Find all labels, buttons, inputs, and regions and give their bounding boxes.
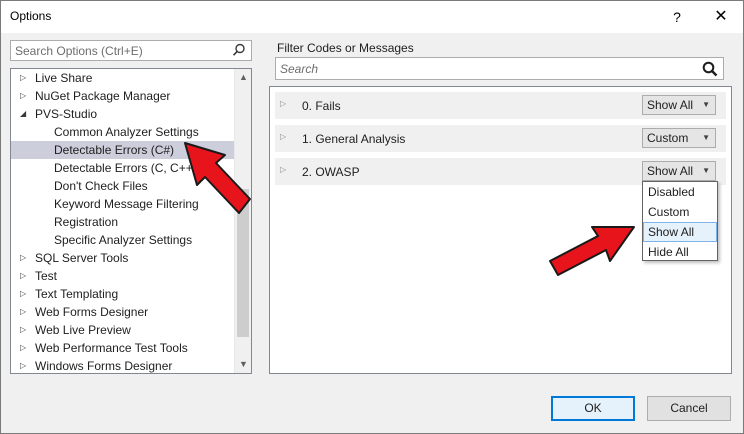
tree-item-label: SQL Server Tools — [35, 251, 129, 265]
tree-item-label: Web Performance Test Tools — [35, 341, 188, 355]
code-group-row: ▷ 1. General Analysis Custom ▼ — [275, 125, 726, 152]
chevron-down-icon[interactable]: ▼ — [702, 129, 710, 147]
tree-item-label: Web Forms Designer — [35, 305, 149, 319]
tree-item[interactable]: ▷ Web Live Preview — [11, 321, 234, 339]
tree-item[interactable]: ▷ Live Share — [11, 69, 234, 87]
options-search-input[interactable] — [11, 41, 226, 60]
tree-item[interactable]: ▷ SQL Server Tools — [11, 249, 234, 267]
search-icon[interactable] — [232, 43, 246, 57]
title-bar: Options ? ✕ — [1, 1, 743, 33]
collapsed-triangle-icon[interactable]: ▷ — [20, 285, 30, 303]
code-group-row: ▷ 0. Fails Show All ▼ — [275, 92, 726, 119]
owasp-dropdown-list: Disabled Custom Show All Hide All — [642, 181, 718, 261]
collapsed-triangle-icon[interactable]: ▷ — [280, 132, 286, 141]
tree-item[interactable]: Common Analyzer Settings — [11, 123, 234, 141]
ok-button[interactable]: OK — [551, 396, 635, 421]
filter-search-box — [275, 57, 724, 80]
tree-item[interactable]: ◢ PVS-Studio — [11, 105, 234, 123]
expanded-triangle-icon[interactable]: ◢ — [20, 105, 30, 123]
tree-item[interactable]: Specific Analyzer Settings — [11, 231, 234, 249]
filter-mode-combo[interactable]: Custom ▼ — [642, 128, 716, 148]
filter-search-input[interactable] — [276, 58, 686, 79]
tree-scrollbar[interactable]: ▲ ▼ — [234, 69, 251, 373]
collapsed-triangle-icon[interactable]: ▷ — [280, 165, 286, 174]
collapsed-triangle-icon[interactable]: ▷ — [280, 99, 286, 108]
collapsed-triangle-icon[interactable]: ▷ — [20, 87, 30, 105]
tree-item-label: Web Live Preview — [35, 323, 131, 337]
tree-item[interactable]: ▷ Web Forms Designer — [11, 303, 234, 321]
options-search-box — [10, 40, 252, 61]
cancel-button[interactable]: Cancel — [647, 396, 731, 421]
code-group-label: 2. OWASP — [302, 165, 360, 179]
red-arrow-icon — [549, 226, 635, 276]
chevron-down-icon[interactable]: ▼ — [702, 96, 710, 114]
tree-item-label: NuGet Package Manager — [35, 89, 171, 103]
tree-item-label: Text Templating — [35, 287, 119, 301]
tree-item-label: Detectable Errors (C#) — [54, 143, 175, 157]
code-group-label: 0. Fails — [302, 99, 341, 113]
dropdown-option[interactable]: Hide All — [643, 242, 717, 262]
red-arrow-icon — [184, 142, 251, 214]
options-dialog: Options ? ✕ ▷ Live Share ▷ NuGet Package Ma… — [0, 0, 744, 434]
chevron-down-icon[interactable]: ▼ — [702, 162, 710, 180]
filter-mode-combo[interactable]: Show All ▼ — [642, 161, 716, 181]
window-title: Options — [10, 9, 52, 23]
tree-item-label: Specific Analyzer Settings — [54, 233, 193, 247]
tree-list: ▷ Live Share ▷ NuGet Package Manager ◢ PVS-St… — [11, 69, 234, 373]
filter-group-label: Filter Codes or Messages — [277, 41, 414, 55]
dropdown-option[interactable]: Show All — [643, 222, 717, 242]
search-icon[interactable] — [702, 61, 718, 77]
tree-item-label: Detectable Errors (C, C++) — [54, 161, 197, 175]
combo-value: Show All — [647, 98, 694, 112]
tree-item-label: Registration — [54, 215, 119, 229]
dropdown-option[interactable]: Custom — [643, 202, 717, 222]
close-button[interactable]: ✕ — [701, 3, 741, 31]
collapsed-triangle-icon[interactable]: ▷ — [20, 321, 30, 339]
tree-item[interactable]: ▷ Windows Forms Designer — [11, 357, 234, 373]
collapsed-triangle-icon[interactable]: ▷ — [20, 267, 30, 285]
tree-item-label: Don't Check Files — [54, 179, 148, 193]
tree-item-label: Live Share — [35, 71, 93, 85]
code-group-label: 1. General Analysis — [302, 132, 406, 146]
scroll-up-icon[interactable]: ▲ — [235, 69, 251, 86]
tree-item-label: PVS-Studio — [35, 107, 98, 121]
collapsed-triangle-icon[interactable]: ▷ — [20, 249, 30, 267]
collapsed-triangle-icon[interactable]: ▷ — [20, 357, 30, 373]
tree-item-label: Common Analyzer Settings — [54, 125, 199, 139]
options-tree: ▷ Live Share ▷ NuGet Package Manager ◢ PVS-St… — [10, 68, 252, 374]
scroll-down-icon[interactable]: ▼ — [235, 356, 251, 373]
tree-item[interactable]: ▷ Test — [11, 267, 234, 285]
collapsed-triangle-icon[interactable]: ▷ — [20, 339, 30, 357]
tree-item[interactable]: ▷ Web Performance Test Tools — [11, 339, 234, 357]
filter-mode-combo[interactable]: Show All ▼ — [642, 95, 716, 115]
dropdown-option[interactable]: Disabled — [643, 182, 717, 202]
tree-item-label: Windows Forms Designer — [35, 359, 173, 373]
tree-item-label: Test — [35, 269, 58, 283]
combo-value: Show All — [647, 164, 694, 178]
tree-item[interactable]: ▷ Text Templating — [11, 285, 234, 303]
tree-item[interactable]: ▷ NuGet Package Manager — [11, 87, 234, 105]
collapsed-triangle-icon[interactable]: ▷ — [20, 303, 30, 321]
collapsed-triangle-icon[interactable]: ▷ — [20, 69, 30, 87]
combo-value: Custom — [647, 131, 689, 145]
tree-item-label: Keyword Message Filtering — [54, 197, 199, 211]
help-button[interactable]: ? — [657, 3, 697, 31]
